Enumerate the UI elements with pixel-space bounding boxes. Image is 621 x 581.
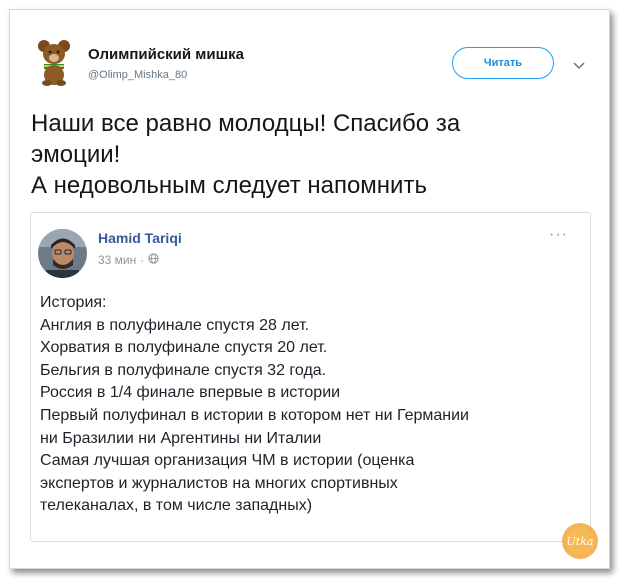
author-avatar[interactable] (38, 229, 87, 278)
post-text-line: экспертов и журналистов на многих спорти… (40, 474, 398, 492)
meta-separator: · (140, 253, 145, 267)
post-time[interactable]: 33 мин (98, 253, 136, 267)
post-text-line: Англия в полуфинале спустя 28 лет. (40, 316, 310, 334)
more-options-icon[interactable]: ··· (549, 226, 568, 244)
tweet-display-name[interactable]: Олимпийский мишка (88, 46, 244, 63)
watermark-logo: Utka (560, 521, 600, 561)
post-meta: 33 мин · (98, 253, 159, 267)
follow-button[interactable]: Читать (452, 47, 554, 79)
tweet-text-line: Наши все равно молодцы! Спасибо за (31, 110, 461, 137)
post-text: История: Англия в полуфинале спустя 28 л… (40, 292, 580, 518)
post-text-line: Бельгия в полуфинале спустя 32 года. (40, 361, 327, 379)
post-text-line: История: (40, 294, 107, 311)
svg-text:Utka: Utka (567, 535, 594, 548)
tweet-text-line: эмоции! (31, 141, 121, 168)
post-text-line: Хорватия в полуфинале спустя 20 лет. (40, 339, 328, 357)
post-text-line: Самая лучшая организация ЧМ в истории (о… (40, 452, 415, 470)
chevron-down-icon[interactable] (573, 58, 585, 70)
tweet-text: Наши все равно молодцы! Спасибо за эмоци… (31, 108, 591, 201)
globe-icon (148, 253, 159, 267)
bear-avatar-icon[interactable] (30, 37, 78, 87)
post-text-line: ни Бразилии ни Аргентины ни Италии (40, 429, 322, 447)
tweet-handle[interactable]: @Olimp_Mishka_80 (88, 69, 187, 81)
post-text-line: Первый полуфинал в истории в котором нет… (40, 406, 469, 424)
post-author-name[interactable]: Hamid Tariqi (98, 230, 182, 246)
post-text-line: Россия в 1/4 финале впервые в истории (40, 384, 341, 402)
tweet-text-line: А недовольным следует напомнить (31, 172, 427, 199)
post-text-line: телеканалах, в том числе западных) (40, 497, 313, 515)
